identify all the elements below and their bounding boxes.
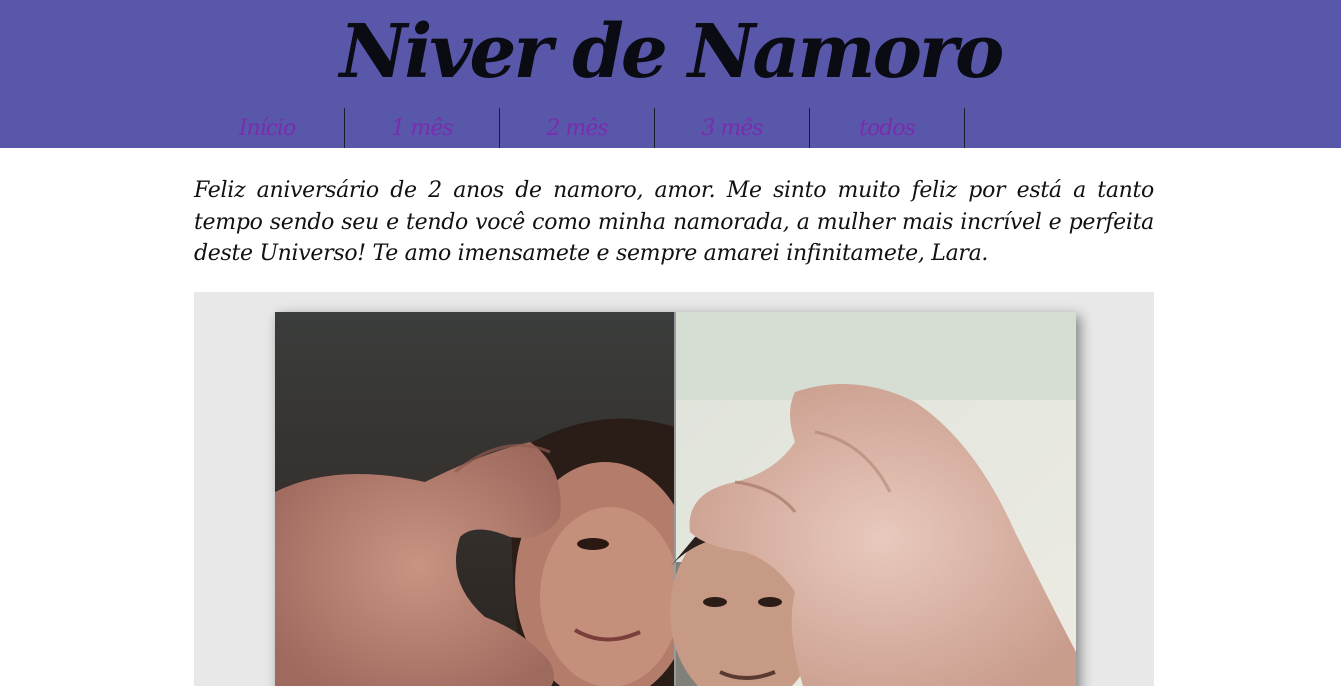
nav-item-todos[interactable]: todos	[810, 108, 965, 148]
nav-item-2-mes[interactable]: 2 mês	[500, 108, 655, 148]
nav-item-1-mes[interactable]: 1 mês	[345, 108, 500, 148]
main-nav: Início 1 mês 2 mês 3 mês todos	[190, 108, 965, 148]
nav-item-3-mes[interactable]: 3 mês	[655, 108, 810, 148]
nav-item-inicio[interactable]: Início	[190, 108, 345, 148]
anniversary-message: Feliz aniversário de 2 anos de namoro, a…	[194, 178, 1154, 266]
site-header: Niver de Namoro Início 1 mês 2 mês 3 mês…	[0, 0, 1341, 148]
couple-photo[interactable]	[275, 312, 1076, 686]
couple-photo-image	[275, 312, 1076, 686]
photo-gallery	[194, 292, 1154, 686]
site-title: Niver de Namoro	[339, 9, 1005, 95]
